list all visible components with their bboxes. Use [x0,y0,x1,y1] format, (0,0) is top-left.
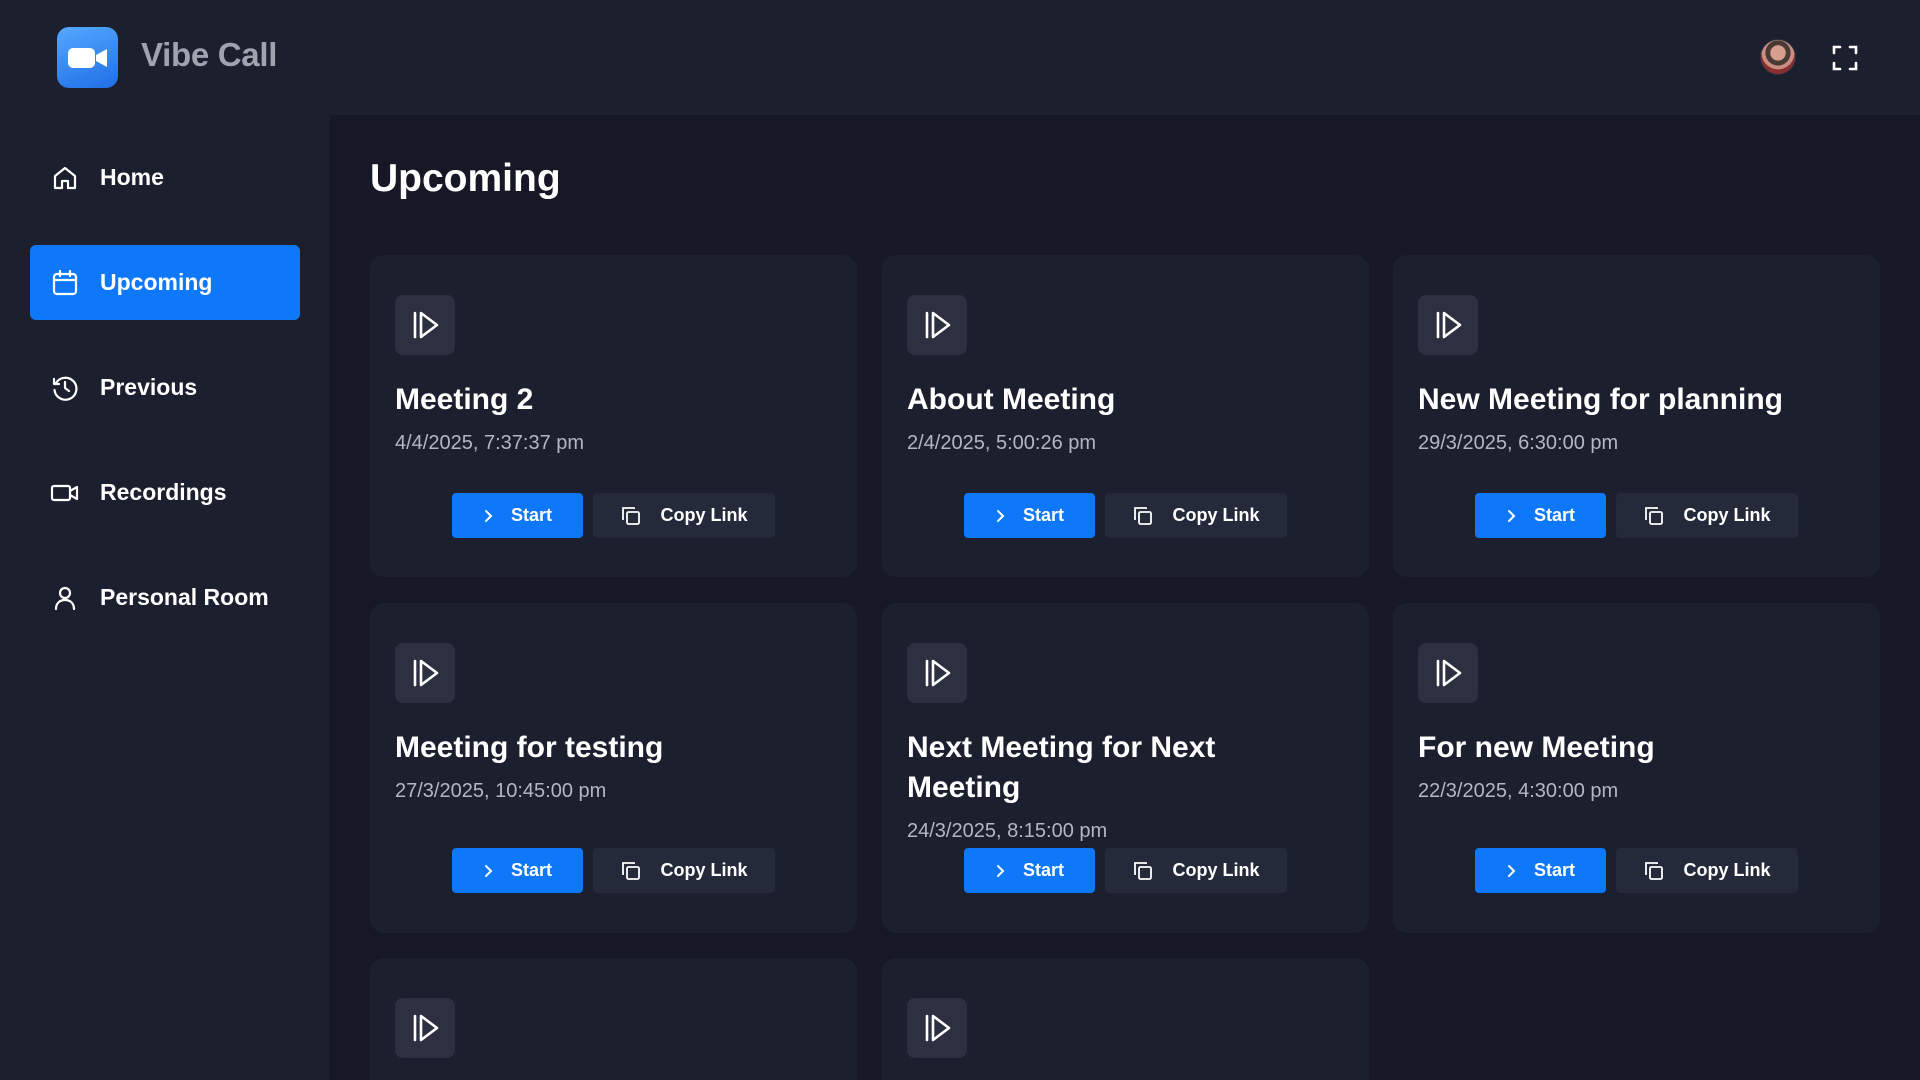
copy-link-label: Copy Link [1683,505,1771,525]
sidebar-item-upcoming[interactable]: Upcoming [30,245,300,320]
meeting-card-icon [395,643,455,703]
sidebar-item-recordings[interactable]: Recordings [30,455,300,530]
play-icon [413,659,439,687]
chevron-right-icon [484,864,493,877]
copy-link-button[interactable]: Copy Link [1105,493,1287,538]
start-label: Start [510,860,552,880]
sidebar-item-previous[interactable]: Previous [30,350,300,425]
meeting-title: Meeting for testing [395,731,664,764]
home-icon [50,163,80,193]
fullscreen-button[interactable] [1830,43,1860,73]
meeting-title: Next Meeting for Next Meeting [907,731,1216,804]
sidebar-item-label: Home [100,164,164,190]
meeting-date: 2/4/2025, 5:00:26 pm [907,432,1097,454]
fullscreen-icon [1832,45,1858,71]
top-bar: Vibe Call [0,0,1920,115]
play-icon [413,311,439,339]
history-icon [50,373,80,403]
meeting-date: 29/3/2025, 6:30:00 pm [1418,432,1619,454]
copy-link-label: Copy Link [660,505,748,525]
calendar-icon [50,268,80,298]
copy-icon [1134,506,1153,525]
play-icon [925,311,951,339]
copy-link-button[interactable]: Copy Link [1616,848,1798,893]
meeting-title: Meeting 2 [395,383,534,416]
copy-link-button[interactable]: Copy Link [593,493,775,538]
start-button[interactable]: Start [964,493,1095,538]
meeting-card-icon [1418,295,1478,355]
start-button[interactable]: Start [452,848,583,893]
copy-icon [1645,861,1664,880]
start-label: Start [1533,505,1575,525]
chevron-right-icon [1507,864,1516,877]
start-button[interactable]: Start [964,848,1095,893]
meeting-card: Meeting for testing 27/3/2025, 10:45:00 … [370,603,857,933]
sidebar-item-label: Personal Room [100,584,269,610]
meeting-card: New Meeting for planning 29/3/2025, 6:30… [1393,255,1880,577]
chevron-right-icon [996,864,1005,877]
meeting-card: Meeting 2 4/4/2025, 7:37:37 pm Start Cop… [370,255,857,577]
page-title: Upcoming [370,157,561,200]
copy-link-label: Copy Link [1683,860,1771,880]
copy-link-button[interactable]: Copy Link [593,848,775,893]
app-logo[interactable] [57,27,118,88]
meeting-title: New Meeting for planning [1418,383,1783,416]
copy-link-button[interactable]: Copy Link [1105,848,1287,893]
copy-icon [1645,506,1664,525]
meeting-date: 4/4/2025, 7:37:37 pm [395,432,585,454]
meeting-date: 22/3/2025, 4:30:00 pm [1418,780,1619,802]
meeting-card: Next Meeting for Next Meeting 24/3/2025,… [882,603,1369,933]
copy-icon [622,506,641,525]
chevron-right-icon [484,509,493,522]
meeting-date: 24/3/2025, 8:15:00 pm [907,820,1108,842]
start-button[interactable]: Start [452,493,583,538]
meeting-card [882,958,1369,1080]
sidebar-item-label: Recordings [100,479,227,505]
meeting-title: About Meeting [907,383,1116,416]
user-icon [50,583,80,613]
meeting-card-icon [395,295,455,355]
copy-icon [622,861,641,880]
sidebar-item-label: Upcoming [100,269,213,295]
meeting-card-icon [395,998,455,1058]
play-icon [413,1014,439,1042]
play-icon [925,659,951,687]
meeting-date: 27/3/2025, 10:45:00 pm [395,780,607,802]
sidebar: Home Upcoming Previous Recordings Person… [0,115,330,1080]
play-icon [1436,311,1462,339]
play-icon [1436,659,1462,687]
start-button[interactable]: Start [1475,493,1606,538]
sidebar-item-personal-room[interactable]: Personal Room [30,560,300,635]
copy-link-label: Copy Link [1172,505,1260,525]
play-icon [925,1014,951,1042]
copy-link-label: Copy Link [1172,860,1260,880]
chevron-right-icon [996,509,1005,522]
meeting-card-icon [907,295,967,355]
meeting-card-icon [1418,643,1478,703]
meeting-title: For new Meeting [1418,731,1655,764]
copy-icon [1134,861,1153,880]
user-avatar[interactable] [1760,39,1796,75]
start-label: Start [1022,860,1064,880]
meeting-card-icon [907,643,967,703]
chevron-right-icon [1507,509,1516,522]
copy-link-button[interactable]: Copy Link [1616,493,1798,538]
meeting-card [370,958,857,1080]
sidebar-item-home[interactable]: Home [30,140,300,215]
start-label: Start [510,505,552,525]
start-label: Start [1533,860,1575,880]
start-button[interactable]: Start [1475,848,1606,893]
copy-link-label: Copy Link [660,860,748,880]
sidebar-item-label: Previous [100,374,198,400]
start-label: Start [1022,505,1064,525]
meeting-card: For new Meeting 22/3/2025, 4:30:00 pm St… [1393,603,1880,933]
video-icon [50,478,80,508]
meeting-card-icon [907,998,967,1058]
meeting-card: About Meeting 2/4/2025, 5:00:26 pm Start… [882,255,1369,577]
app-name: Vibe Call [141,36,278,73]
video-camera-icon [67,47,107,68]
